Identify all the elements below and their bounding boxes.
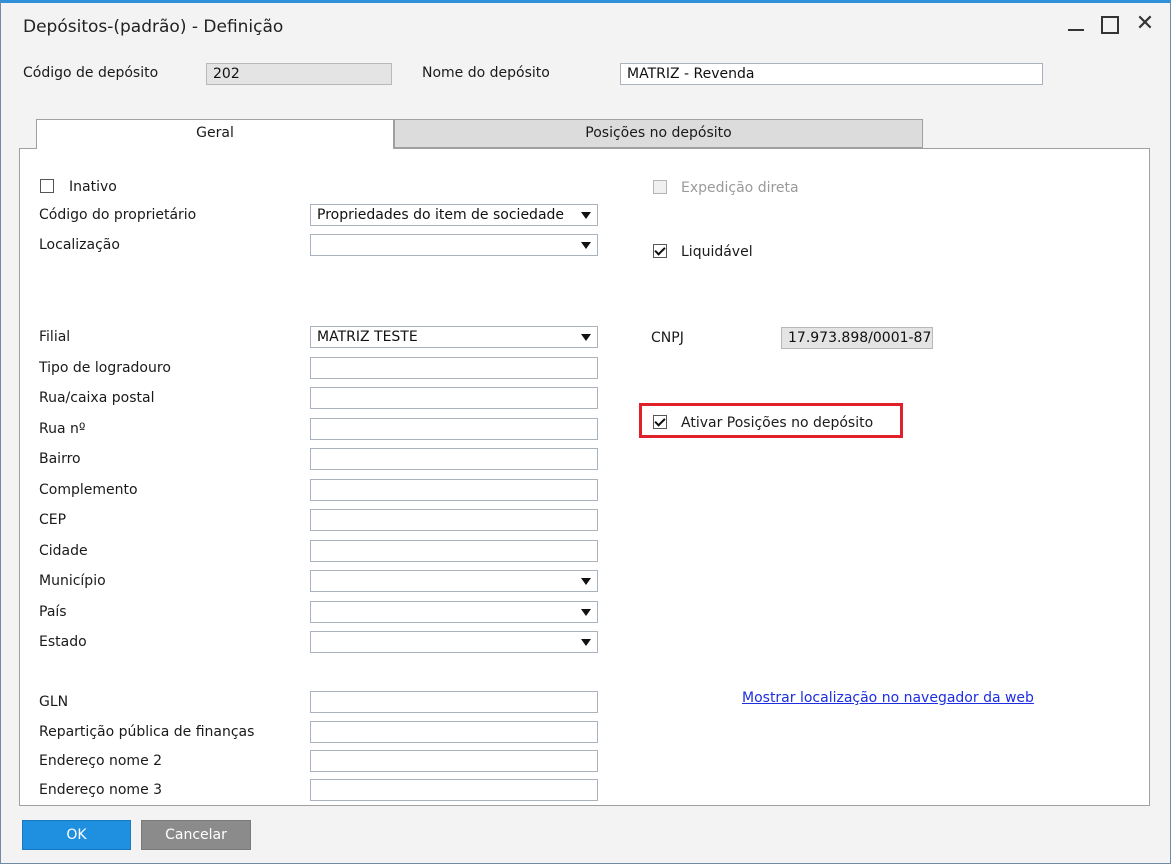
inactive-label: Inativo [69,179,117,195]
direct-shipment-label: Expedição direta [681,180,799,196]
ok-button[interactable]: OK [22,820,131,850]
country-label: País [39,604,67,620]
close-icon[interactable]: ✕ [1131,11,1159,37]
branch-label: Filial [39,329,71,345]
zip-field[interactable] [310,509,598,531]
warehouse-code-label: Código de depósito [23,65,159,81]
street-label: Rua/caixa postal [39,390,155,406]
tab-posicoes[interactable]: Posições no depósito [394,119,923,148]
address3-field[interactable] [310,779,598,801]
warehouse-code-field: 202 [206,63,392,85]
tab-geral-label: Geral [196,125,234,141]
gln-label: GLN [39,694,69,710]
web-map-link[interactable]: Mostrar localização no navegador da web [742,690,1034,706]
complement-field[interactable] [310,479,598,501]
minimize-icon[interactable] [1062,11,1090,37]
tab-strip: Geral Posições no depósito [36,119,923,149]
owner-code-select[interactable]: Propriedades do item de sociedade [310,204,598,226]
tab-geral[interactable]: Geral [36,119,394,149]
street-type-field[interactable] [310,357,598,379]
cnpj-field: 17.973.898/0001-87 [781,327,933,349]
address2-label: Endereço nome 2 [39,753,163,769]
location-select[interactable] [310,234,598,256]
maximize-icon[interactable] [1096,11,1124,37]
district-field[interactable] [310,448,598,470]
enable-bins-label: Ativar Posições no depósito [681,415,874,431]
gln-field[interactable] [310,691,598,713]
warehouse-name-label: Nome do depósito [422,65,550,81]
location-label: Localização [39,237,120,253]
city-field[interactable] [310,540,598,562]
zip-label: CEP [39,512,67,528]
tax-office-field[interactable] [310,721,598,743]
country-select[interactable] [310,601,598,623]
street-field[interactable] [310,387,598,409]
direct-shipment-checkbox[interactable] [653,180,667,194]
tab-posicoes-label: Posições no depósito [585,125,732,141]
inactive-checkbox[interactable] [40,179,54,193]
title-bar: Depósitos-(padrão) - Definição ✕ [1,3,1170,45]
state-label: Estado [39,634,87,650]
address2-field[interactable] [310,750,598,772]
nettable-label: Liquidável [681,244,753,260]
cnpj-label: CNPJ [651,330,684,346]
warehouse-name-field[interactable]: MATRIZ - Revenda [620,63,1043,85]
dialog-window: Depósitos-(padrão) - Definição ✕ Código … [0,0,1171,864]
cancel-button[interactable]: Cancelar [141,820,251,850]
enable-bins-checkbox[interactable] [653,415,667,429]
tax-office-label: Repartição pública de finanças [39,724,255,740]
county-label: Município [39,573,106,589]
street-no-label: Rua nº [39,421,86,437]
owner-code-label: Código do proprietário [39,207,197,223]
branch-select[interactable]: MATRIZ TESTE [310,326,598,348]
street-type-label: Tipo de logradouro [39,360,171,376]
window-title: Depósitos-(padrão) - Definição [23,17,284,37]
complement-label: Complemento [39,482,138,498]
nettable-checkbox[interactable] [653,244,667,258]
district-label: Bairro [39,451,81,467]
city-label: Cidade [39,543,88,559]
state-select[interactable] [310,631,598,653]
county-select[interactable] [310,570,598,592]
address3-label: Endereço nome 3 [39,782,163,798]
street-no-field[interactable] [310,418,598,440]
